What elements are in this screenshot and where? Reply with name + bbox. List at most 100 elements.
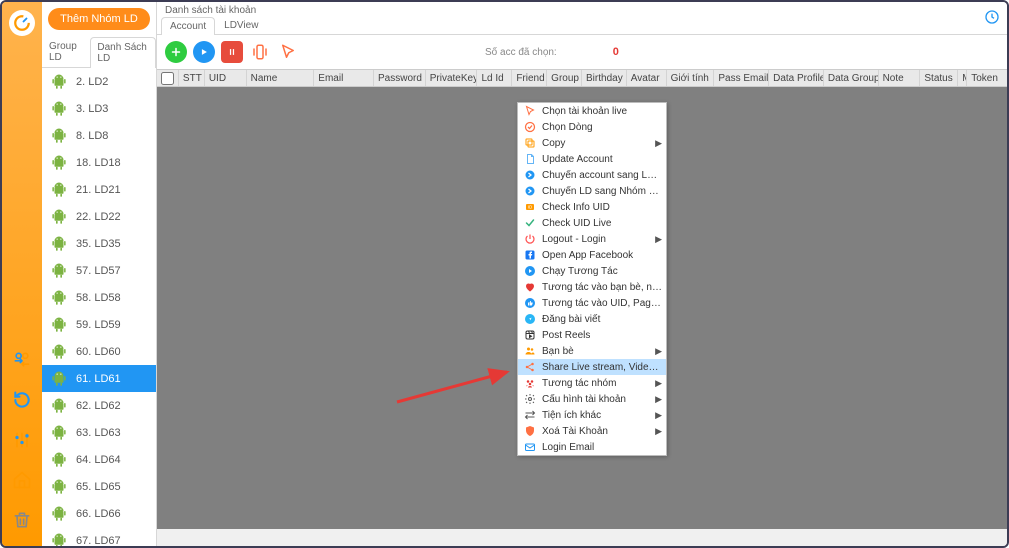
sidebar: Thêm Nhóm LD Group LD Danh Sách LD 2. LD… [42, 2, 157, 546]
col-passemail[interactable]: Pass Email [714, 70, 769, 86]
context-menu-item[interactable]: Chuyển LD sang Nhóm khác [518, 183, 666, 199]
sidebar-item-ld[interactable]: 60. LD60 [42, 338, 156, 365]
gear-icon [522, 391, 538, 407]
context-menu-item[interactable]: Post Reels [518, 327, 666, 343]
col-group[interactable]: Group [547, 70, 582, 86]
home-icon[interactable] [10, 468, 34, 492]
context-menu-item-label: Tương tác vào bạn bè, nhóm của nick [542, 282, 662, 293]
col-message[interactable]: Message [958, 70, 967, 86]
context-menu-item[interactable]: Tiện ích khác▶ [518, 407, 666, 423]
col-stt[interactable]: STT [179, 70, 205, 86]
context-menu-item[interactable]: Chọn Dòng [518, 119, 666, 135]
col-password[interactable]: Password [374, 70, 426, 86]
context-menu-item-label: Chạy Tương Tác [542, 266, 662, 277]
cursor-icon[interactable] [277, 41, 299, 63]
col-datagroup[interactable]: Data Group [824, 70, 879, 86]
trash-icon[interactable] [10, 508, 34, 532]
refresh-icon[interactable] [10, 388, 34, 412]
col-ldid[interactable]: Ld Id [477, 70, 512, 86]
add-group-button[interactable]: Thêm Nhóm LD [48, 8, 150, 30]
context-menu-item[interactable]: Đăng bài viết [518, 311, 666, 327]
context-menu-item[interactable]: Update Account [518, 151, 666, 167]
sidebar-item-ld[interactable]: 66. LD66 [42, 500, 156, 527]
col-birthday[interactable]: Birthday [582, 70, 627, 86]
sidebar-item-ld[interactable]: 58. LD58 [42, 284, 156, 311]
context-menu-item[interactable]: Xoá Tài Khoản▶ [518, 423, 666, 439]
ld-item-label: 18. LD18 [76, 157, 121, 169]
sidebar-item-ld[interactable]: 57. LD57 [42, 257, 156, 284]
sidebar-item-ld[interactable]: 21. LD21 [42, 176, 156, 203]
horizontal-scrollbar[interactable] [157, 529, 1007, 546]
col-name[interactable]: Name [247, 70, 315, 86]
clock-icon[interactable] [983, 8, 1001, 26]
users-swap-icon[interactable] [10, 348, 34, 372]
select-all-checkbox[interactable] [161, 72, 174, 85]
context-menu-item[interactable]: Chạy Tương Tác [518, 263, 666, 279]
ld-item-label: 2. LD2 [76, 76, 108, 88]
context-menu-item-label: Logout - Login [542, 234, 655, 245]
tab-account[interactable]: Account [161, 17, 215, 35]
context-menu-item-label: Bạn bè [542, 346, 655, 357]
ld-item-label: 60. LD60 [76, 346, 121, 358]
pause-button[interactable] [221, 41, 243, 63]
sidebar-item-ld[interactable]: 22. LD22 [42, 203, 156, 230]
col-friend[interactable]: Friend [512, 70, 547, 86]
context-menu-item[interactable]: Open App Facebook [518, 247, 666, 263]
context-menu-item-label: Tương tác nhóm [542, 378, 655, 389]
context-menu-item-label: Copy [542, 138, 655, 149]
shield-icon [522, 423, 538, 439]
context-menu-item[interactable]: Check UID Live [518, 215, 666, 231]
sidebar-item-ld[interactable]: 18. LD18 [42, 149, 156, 176]
sidebar-item-ld[interactable]: 2. LD2 [42, 68, 156, 95]
context-menu-item[interactable]: Bạn bè▶ [518, 343, 666, 359]
sliders-icon[interactable] [10, 428, 34, 452]
sidebar-item-ld[interactable]: 61. LD61 [42, 365, 156, 392]
table-header: STT UID Name Email Password PrivateKey L… [157, 69, 1007, 87]
sidebar-item-ld[interactable]: 65. LD65 [42, 473, 156, 500]
context-menu-item[interactable]: Share Live stream, Video, Seeding [518, 359, 666, 375]
ld-item-label: 21. LD21 [76, 184, 121, 196]
sidebar-item-ld[interactable]: 8. LD8 [42, 122, 156, 149]
tab-group-ld[interactable]: Group LD [42, 36, 90, 67]
col-privatekey[interactable]: PrivateKey [426, 70, 478, 86]
context-menu-item[interactable]: Copy▶ [518, 135, 666, 151]
sidebar-item-ld[interactable]: 63. LD63 [42, 419, 156, 446]
sidebar-item-ld[interactable]: 59. LD59 [42, 311, 156, 338]
tab-ldview[interactable]: LDView [215, 16, 267, 34]
thumb-icon [522, 295, 538, 311]
context-menu-item-label: Đăng bài viết [542, 314, 662, 325]
context-menu-item[interactable]: IDCheck Info UID [518, 199, 666, 215]
tab-danh-sach-ld[interactable]: Danh Sách LD [90, 37, 156, 68]
context-menu-item[interactable]: Chuyển account sang LD khác [518, 167, 666, 183]
context-menu-item-label: Tiện ích khác [542, 410, 655, 421]
col-note[interactable]: Note [879, 70, 921, 86]
col-dataprofile[interactable]: Data Profile [769, 70, 824, 86]
sidebar-item-ld[interactable]: 3. LD3 [42, 95, 156, 122]
send-icon [522, 311, 538, 327]
col-uid[interactable]: UID [205, 70, 247, 86]
context-menu-item[interactable]: Cấu hình tài khoản▶ [518, 391, 666, 407]
context-menu-item[interactable]: Tương tác vào bạn bè, nhóm của nick [518, 279, 666, 295]
sidebar-item-ld[interactable]: 64. LD64 [42, 446, 156, 473]
add-button[interactable] [165, 41, 187, 63]
col-gioitinh[interactable]: Giới tính [667, 70, 715, 86]
col-avatar[interactable]: Avatar [627, 70, 667, 86]
phone-vibrate-icon[interactable] [249, 41, 271, 63]
sidebar-item-ld[interactable]: 67. LD67 [42, 527, 156, 546]
context-menu-item[interactable]: Login Email [518, 439, 666, 455]
context-menu-item[interactable]: Tương tác vào UID, Page ID [518, 295, 666, 311]
sidebar-item-ld[interactable]: 62. LD62 [42, 392, 156, 419]
arrow-right-icon [522, 167, 538, 183]
sidebar-item-ld[interactable]: 35. LD35 [42, 230, 156, 257]
context-menu-item[interactable]: Tương tác nhóm▶ [518, 375, 666, 391]
play-circle-icon [522, 263, 538, 279]
people-icon [522, 343, 538, 359]
play-button[interactable] [193, 41, 215, 63]
col-token[interactable]: Token [967, 70, 1007, 86]
context-menu-item[interactable]: Chọn tài khoản live [518, 103, 666, 119]
chevron-right-icon: ▶ [655, 138, 662, 149]
ld-list[interactable]: 2. LD2 3. LD38. LD8 18. LD18 21. LD21 22. LD… [42, 68, 156, 546]
col-status[interactable]: Status [920, 70, 958, 86]
context-menu-item[interactable]: Logout - Login▶ [518, 231, 666, 247]
col-email[interactable]: Email [314, 70, 374, 86]
